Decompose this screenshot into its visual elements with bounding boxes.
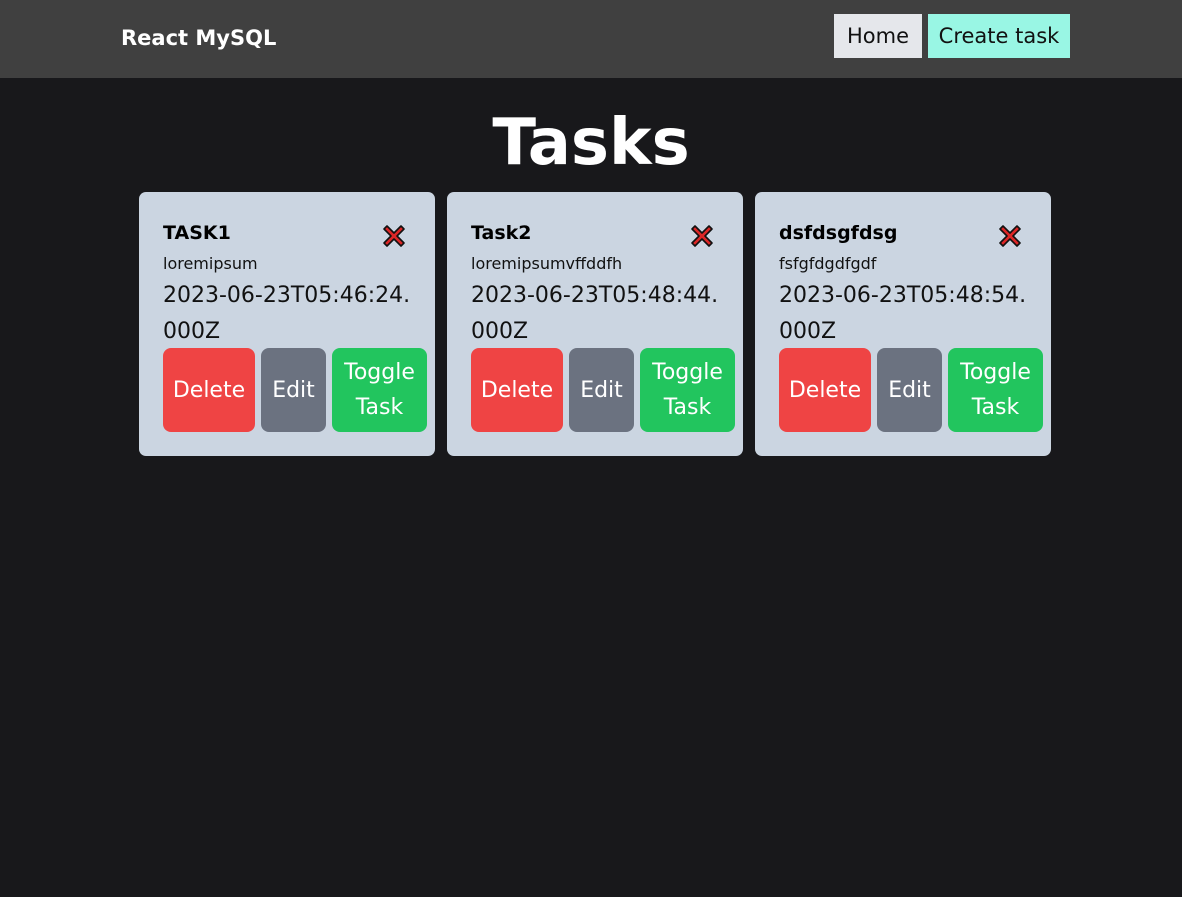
task-title: Task2 <box>471 222 532 244</box>
toggle-task-button[interactable]: Toggle Task <box>640 348 735 432</box>
task-title: TASK1 <box>163 222 231 244</box>
edit-button[interactable]: Edit <box>877 348 942 432</box>
toggle-task-button[interactable]: Toggle Task <box>948 348 1043 432</box>
page-title: Tasks <box>492 106 690 180</box>
delete-button[interactable]: Delete <box>471 348 563 432</box>
task-description: fsfgfdgdfgdf <box>779 254 877 273</box>
delete-button[interactable]: Delete <box>163 348 255 432</box>
close-icon[interactable] <box>996 222 1024 250</box>
task-date: 2023-06-23T05:46:24.000Z <box>163 283 411 344</box>
edit-button[interactable]: Edit <box>261 348 326 432</box>
create-task-button[interactable]: Create task <box>928 14 1070 58</box>
navbar: React MySQL Home Create task <box>0 0 1182 78</box>
delete-button[interactable]: Delete <box>779 348 871 432</box>
close-icon[interactable] <box>688 222 716 250</box>
task-card: dsfdsgfdsg fsfgfdgdfgdf 2023-06-23T05:48… <box>755 192 1051 456</box>
task-description: loremipsum <box>163 254 258 273</box>
close-icon[interactable] <box>380 222 408 250</box>
toggle-task-button[interactable]: Toggle Task <box>332 348 427 432</box>
task-date: 2023-06-23T05:48:54.000Z <box>779 283 1027 344</box>
task-card: TASK1 loremipsum 2023-06-23T05:46:24.000… <box>139 192 435 456</box>
edit-button[interactable]: Edit <box>569 348 634 432</box>
home-button[interactable]: Home <box>834 14 922 58</box>
task-description: loremipsumvffddfh <box>471 254 623 273</box>
task-date: 2023-06-23T05:48:44.000Z <box>471 283 719 344</box>
task-card: Task2 loremipsumvffddfh 2023-06-23T05:48… <box>447 192 743 456</box>
brand-title[interactable]: React MySQL <box>121 22 276 54</box>
task-title: dsfdsgfdsg <box>779 222 898 244</box>
